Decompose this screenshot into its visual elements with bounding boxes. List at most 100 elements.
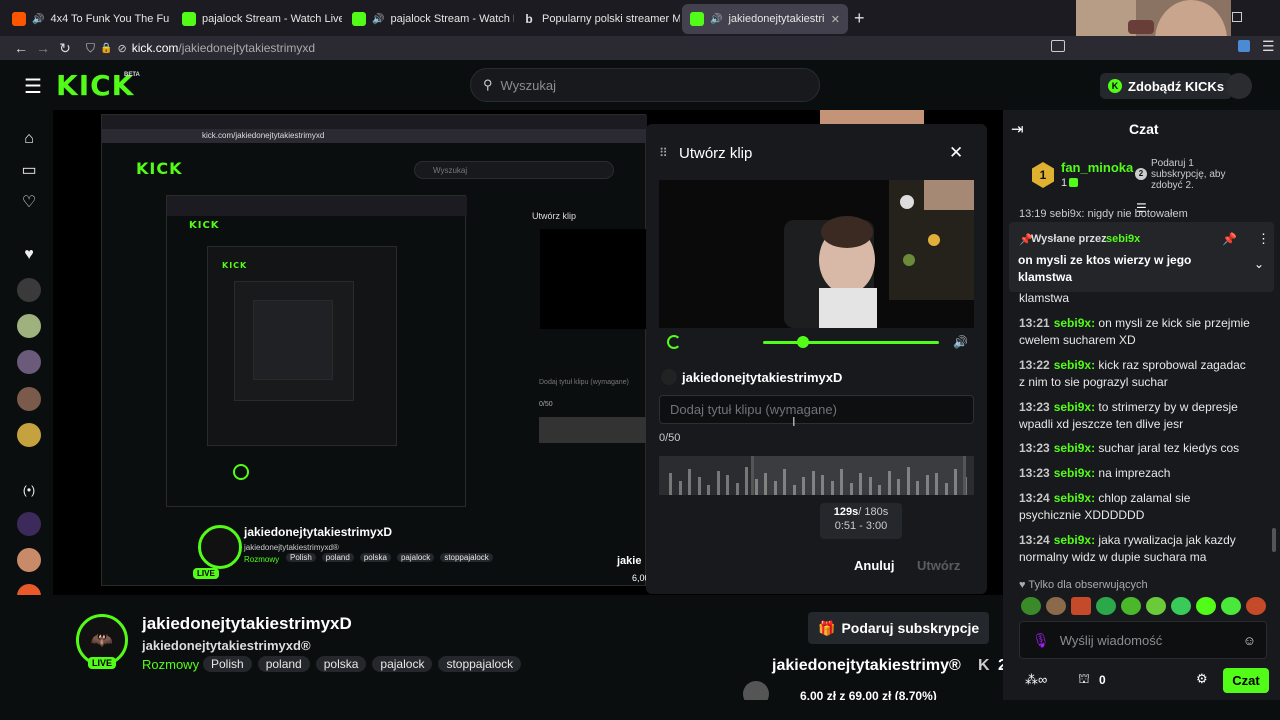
gift-subscription-button[interactable]: 🎁 Podaruj subskrypcje (808, 612, 990, 644)
waveform-bar (707, 485, 710, 495)
no-camera-icon[interactable]: ⊘ (117, 42, 126, 55)
speaker-icon[interactable]: 🔊 (32, 14, 44, 25)
chat-settings-gear-icon[interactable]: ⚙ (1196, 671, 1208, 687)
more-options-icon[interactable]: ⋮ (1257, 231, 1270, 247)
overlay-streamer-name: jakiedonejtytakiestrimy® (772, 657, 961, 674)
new-tab-button[interactable]: + (854, 8, 865, 29)
clip-selection-range[interactable] (751, 456, 966, 495)
top-gifter-name[interactable]: fan_minoka (1061, 160, 1133, 175)
recommended-channel-avatar[interactable] (17, 512, 41, 536)
emote-icon[interactable] (1246, 597, 1266, 615)
tag-chip[interactable]: polska (315, 656, 367, 672)
download-icon[interactable] (1051, 40, 1065, 52)
create-clip-button[interactable]: Utwórz (917, 558, 960, 573)
emote-icon[interactable] (1121, 597, 1141, 615)
following-heart-icon[interactable]: ♡ (18, 192, 40, 214)
tag-chip[interactable]: poland (257, 656, 310, 672)
beta-badge: BETA (124, 72, 140, 78)
followed-channel-avatar[interactable] (17, 387, 41, 411)
expand-chevron-down-icon[interactable]: ⌄ (1254, 257, 1264, 271)
nested-url: kick.com/jakiedonejtytakiestrimyxd (202, 131, 325, 140)
back-arrow-icon[interactable]: ← (10, 40, 32, 56)
gift-icon: 🎁 (818, 619, 836, 636)
hamburger-menu-icon[interactable]: ☰ (24, 74, 42, 99)
forward-arrow-icon[interactable]: → (32, 40, 54, 56)
close-tab-icon[interactable]: ✕ (831, 13, 840, 26)
stream-tags: Polish poland polska pajalock stoppajalock (203, 656, 527, 672)
followed-channel-avatar[interactable] (17, 278, 41, 302)
get-kicks-button[interactable]: K Zdobądź KICKs (1100, 73, 1233, 99)
tag-chip[interactable]: stoppajalock (438, 656, 522, 672)
reload-icon[interactable]: ↻ (54, 40, 76, 57)
browser-tab-1[interactable]: 🔊 4x4 To Funk You The Funk C (4, 4, 170, 34)
gift-promo-note: Podaruj 1 subskrypcję, aby zdobyć 2. (1151, 158, 1226, 191)
chat-message: 13:23 sebi9x: na imprezach (1019, 466, 1171, 480)
waveform-bar (697, 477, 701, 495)
emote-icon[interactable] (1046, 597, 1066, 615)
browser-tab-4[interactable]: b Popularny polski streamer Mok (514, 4, 680, 34)
pinned-message-text: on mysli ze ktos wierzy w jego klamstwa (1018, 253, 1192, 284)
menu-icon[interactable]: ☰ (1262, 38, 1275, 55)
followers-only-notice: ♥ Tylko dla obserwujących (1019, 579, 1148, 591)
clip-preview-video[interactable] (659, 180, 974, 328)
unpin-icon[interactable]: 📌 (1222, 232, 1237, 246)
extension-icon[interactable] (1238, 40, 1250, 52)
followed-channel-avatar[interactable] (17, 314, 41, 338)
emote-icon[interactable] (1071, 597, 1091, 615)
recommended-channel-avatar[interactable] (17, 548, 41, 572)
clip-title-input[interactable]: Dodaj tytuł klipu (wymagane) (659, 395, 974, 424)
kick-logo[interactable]: KICK (56, 69, 134, 102)
chat-partial-line: 13:19 sebi9x: nigdy nie botowałem (1019, 209, 1188, 219)
cancel-button[interactable]: Anuluj (854, 558, 894, 573)
browse-icon[interactable]: ▭ (18, 160, 40, 182)
send-chat-button[interactable]: Czat (1223, 668, 1269, 693)
nested-clip-frame (540, 229, 652, 329)
drag-handle-icon[interactable]: ⠿ (659, 146, 668, 160)
emote-icon[interactable] (1146, 597, 1166, 615)
lock-icon[interactable]: 🔒 (100, 43, 112, 54)
waveform-bar (688, 469, 691, 495)
browser-tab-2[interactable]: pajalock Stream - Watch Live on (174, 4, 342, 34)
microphone-icon[interactable]: 🎙 (1032, 632, 1050, 649)
followed-channel-avatar[interactable] (17, 350, 41, 374)
nested-screen-level2: KICK KICK (166, 195, 467, 507)
followers-only-label: Tylko dla obserwujących (1028, 579, 1148, 591)
nested-category: Rozmowy (244, 555, 280, 564)
followed-channel-avatar[interactable] (17, 423, 41, 447)
store-icon[interactable]: ⛫ (1078, 671, 1090, 689)
home-icon[interactable]: ⌂ (18, 128, 40, 150)
emote-icon[interactable] (1196, 597, 1216, 615)
close-icon[interactable]: ✕ (949, 143, 963, 163)
collapse-chat-icon[interactable]: ⇥ (1011, 120, 1024, 138)
emote-icon[interactable] (1096, 597, 1116, 615)
tag-chip[interactable]: pajalock (372, 656, 433, 672)
volume-slider[interactable] (763, 341, 939, 344)
waveform-bar (669, 473, 672, 495)
nested-streamer-name: jakiedonejtytakiestrimyxD (244, 525, 393, 539)
shield-icon[interactable]: ⛉ (86, 41, 95, 56)
url-bar[interactable]: ⛉ 🔒 ⊘ kick.com /jakiedonejtytakiestrimyx… (86, 38, 1046, 58)
chat-message-input[interactable]: 🎙 Wyślij wiadomość ☺ (1019, 621, 1267, 659)
browser-tab-5-active[interactable]: 🔊 jakiedonejtytakiestrimyxD S ✕ (682, 4, 848, 34)
nested-kick-logo: KICK (222, 261, 248, 270)
chat-scrollbar[interactable] (1272, 528, 1276, 552)
category-link[interactable]: Rozmowy (142, 657, 199, 672)
emote-icon[interactable] (1021, 597, 1041, 615)
speaker-icon[interactable]: 🔊 (710, 14, 722, 25)
user-avatar[interactable] (1226, 73, 1252, 99)
search-input[interactable]: ⚲ Wyszukaj (470, 68, 820, 102)
get-kicks-label: Zdobądź KICKs (1128, 78, 1225, 94)
browser-tab-3[interactable]: 🔊 pajalock Stream - Watch Li (344, 4, 514, 34)
restore-window-icon[interactable] (1232, 12, 1242, 22)
streamer-name[interactable]: jakiedonejtytakiestrimyxD (142, 614, 352, 634)
emote-icon[interactable] (1171, 597, 1191, 615)
emoji-icon[interactable]: ☺ (1243, 633, 1256, 648)
volume-icon[interactable]: 🔊 (953, 335, 968, 349)
kick-k-icon: K (978, 657, 990, 674)
heart-icon: ♥ (1019, 579, 1026, 591)
tag-chip[interactable]: Polish (203, 656, 252, 672)
speaker-icon[interactable]: 🔊 (372, 14, 384, 25)
nested-kick-logo: KICK (136, 159, 183, 178)
emote-icon[interactable] (1221, 597, 1241, 615)
points-icon[interactable]: ⁂∞ (1025, 672, 1047, 688)
